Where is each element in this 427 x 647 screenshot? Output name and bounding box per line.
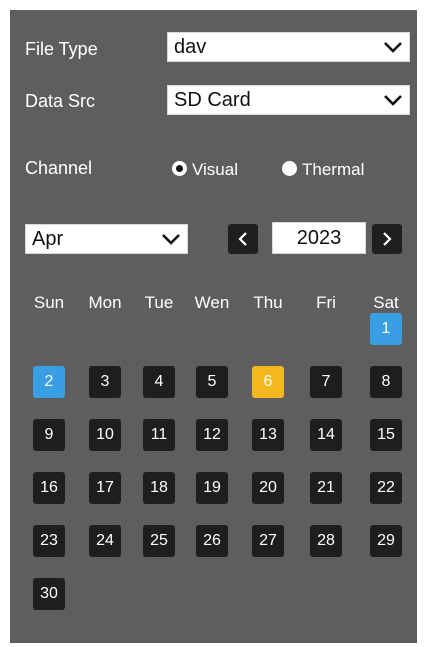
day-cell-21[interactable]: 21 [310, 472, 342, 504]
visual-radio[interactable] [172, 161, 187, 176]
chevron-left-icon [238, 232, 247, 246]
day-cell-9[interactable]: 9 [33, 419, 65, 451]
chevron-down-icon [384, 42, 402, 53]
data-src-select[interactable]: SD Card [167, 85, 410, 115]
channel-label: Channel [25, 158, 93, 178]
day-cell-19[interactable]: 19 [196, 472, 228, 504]
day-cell-26[interactable]: 26 [196, 525, 228, 557]
day-cell-10[interactable]: 10 [89, 419, 121, 451]
next-year-button[interactable] [372, 224, 402, 254]
data-src-value: SD Card [174, 89, 251, 111]
day-cell-25[interactable]: 25 [143, 525, 175, 557]
year-value[interactable]: 2023 [272, 222, 366, 254]
day-cell-22[interactable]: 22 [370, 472, 402, 504]
day-cell-3[interactable]: 3 [89, 366, 121, 398]
chevron-down-icon [162, 234, 180, 245]
weekday-mon: Mon [88, 293, 122, 312]
month-select[interactable]: Apr [25, 224, 188, 254]
day-cell-23[interactable]: 23 [33, 525, 65, 557]
chevron-down-icon [384, 95, 402, 106]
day-cell-30[interactable]: 30 [33, 578, 65, 610]
day-cell-13[interactable]: 13 [252, 419, 284, 451]
day-cell-18[interactable]: 18 [143, 472, 175, 504]
search-panel: File Type dav Data Src SD Card Channel V… [10, 10, 417, 643]
weekday-tue: Tue [144, 293, 174, 312]
day-cell-2[interactable]: 2 [33, 366, 65, 398]
day-cell-12[interactable]: 12 [196, 419, 228, 451]
data-src-label: Data Src [25, 91, 96, 111]
file-type-label: File Type [25, 39, 98, 59]
file-type-select[interactable]: dav [167, 32, 410, 62]
thermal-radio[interactable] [282, 161, 297, 176]
day-cell-24[interactable]: 24 [89, 525, 121, 557]
day-cell-4[interactable]: 4 [143, 366, 175, 398]
day-cell-7[interactable]: 7 [310, 366, 342, 398]
day-cell-8[interactable]: 8 [370, 366, 402, 398]
chevron-right-icon [383, 232, 392, 246]
day-cell-29[interactable]: 29 [370, 525, 402, 557]
visual-radio-label[interactable]: Visual [192, 160, 238, 180]
weekday-fri: Fri [316, 293, 336, 312]
day-cell-16[interactable]: 16 [33, 472, 65, 504]
weekday-thu: Thu [253, 293, 283, 312]
day-cell-6[interactable]: 6 [252, 366, 284, 398]
day-cell-27[interactable]: 27 [252, 525, 284, 557]
weekday-sat: Sat [373, 293, 399, 312]
day-cell-5[interactable]: 5 [196, 366, 228, 398]
day-cell-17[interactable]: 17 [89, 472, 121, 504]
prev-year-button[interactable] [228, 224, 258, 254]
day-cell-20[interactable]: 20 [252, 472, 284, 504]
weekday-sun: Sun [33, 293, 65, 312]
day-cell-14[interactable]: 14 [310, 419, 342, 451]
day-cell-11[interactable]: 11 [143, 419, 175, 451]
day-cell-28[interactable]: 28 [310, 525, 342, 557]
weekday-wen: Wen [194, 293, 230, 312]
file-type-value: dav [174, 36, 207, 58]
day-cell-15[interactable]: 15 [370, 419, 402, 451]
day-cell-1[interactable]: 1 [370, 313, 402, 345]
month-value: Apr [32, 228, 64, 250]
thermal-radio-label[interactable]: Thermal [302, 160, 364, 180]
